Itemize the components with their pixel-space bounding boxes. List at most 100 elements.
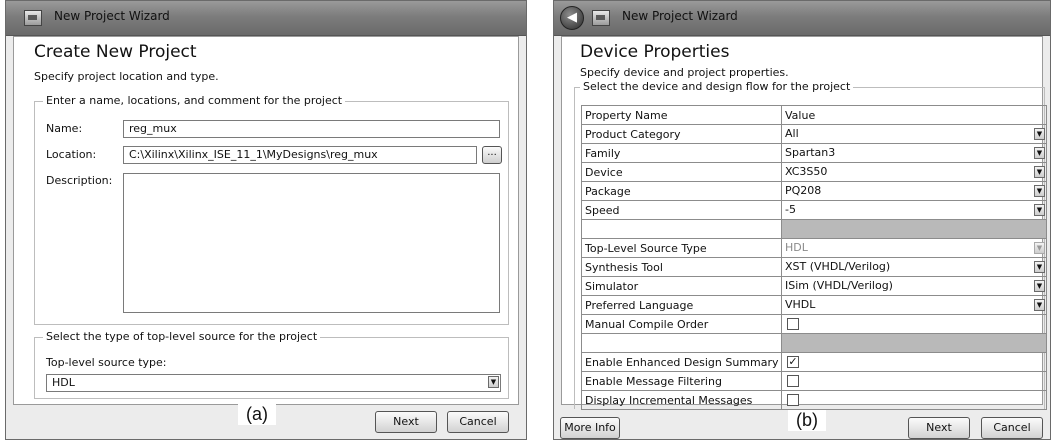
property-name: Enable Enhanced Design Summary	[581, 352, 782, 372]
figure-label-a: (a)	[238, 404, 276, 425]
browse-button[interactable]: ...	[482, 146, 502, 164]
property-value-select[interactable]: All ▼	[781, 124, 1047, 144]
property-value-cell	[781, 371, 1047, 391]
window-title: New Project Wizard	[622, 9, 738, 23]
property-value-select[interactable]: XST (VHDL/Verilog) ▼	[781, 257, 1047, 277]
property-value-select[interactable]: ISim (VHDL/Verilog) ▼	[781, 276, 1047, 296]
table-row: Enable Message Filtering	[581, 371, 1047, 391]
table-row: Device XC3S50 ▼	[581, 162, 1047, 182]
page-subtitle: Specify device and project properties.	[580, 66, 789, 79]
chevron-down-icon: ▼	[1034, 204, 1045, 216]
property-name: Family	[581, 143, 782, 163]
separator-row	[581, 219, 1047, 239]
checkbox[interactable]	[787, 318, 799, 330]
project-details-group: Enter a name, locations, and comment for…	[34, 94, 509, 325]
toplevel-source-select[interactable]: HDL ▼	[46, 374, 501, 392]
value-text: All	[785, 127, 799, 140]
source-type-group: Select the type of top-level source for …	[34, 330, 509, 399]
chevron-down-icon: ▼	[1034, 280, 1045, 292]
chevron-down-icon: ▼	[1034, 166, 1045, 178]
next-button[interactable]: Next	[375, 411, 437, 433]
column-header-property-name: Property Name	[581, 105, 782, 125]
window-title: New Project Wizard	[54, 9, 170, 23]
property-table: Property Name Value Product Category All…	[581, 105, 1047, 410]
chevron-down-icon: ▼	[488, 376, 499, 388]
table-row: Preferred Language VHDL ▼	[581, 295, 1047, 315]
location-label: Location:	[46, 148, 97, 161]
property-name: Speed	[581, 200, 782, 220]
name-label: Name:	[46, 122, 83, 135]
selected-value: HDL	[52, 376, 75, 389]
table-row: Family Spartan3 ▼	[581, 143, 1047, 163]
page-heading: Device Properties	[580, 42, 730, 62]
value-text: XC3S50	[785, 165, 828, 178]
table-row: Package PQ208 ▼	[581, 181, 1047, 201]
property-name: Preferred Language	[581, 295, 782, 315]
group-title: Select the device and design flow for th…	[580, 80, 854, 93]
property-name: Device	[581, 162, 782, 182]
name-field[interactable]: reg_mux	[123, 120, 500, 138]
new-project-wizard-window-b: ◀ New Project Wizard Device Properties S…	[553, 0, 1051, 440]
page-subtitle: Specify project location and type.	[34, 70, 219, 83]
checkbox[interactable]	[787, 394, 799, 406]
value-text: PQ208	[785, 184, 822, 197]
property-value-select[interactable]: XC3S50 ▼	[781, 162, 1047, 182]
location-field[interactable]: C:\Xilinx\Xilinx_ISE_11_1\MyDesigns\reg_…	[123, 146, 477, 164]
wizard-page: Create New Project Specify project locat…	[13, 36, 519, 405]
table-row: Top-Level Source Type HDL ▼	[581, 238, 1047, 258]
chevron-down-icon: ▼	[1034, 299, 1045, 311]
description-field[interactable]	[123, 173, 500, 313]
property-name: Synthesis Tool	[581, 257, 782, 277]
separator-cell	[781, 219, 1047, 239]
app-icon	[24, 10, 42, 26]
table-row: Enable Enhanced Design Summary ✓	[581, 352, 1047, 372]
toplevel-source-label: Top-level source type:	[46, 356, 167, 369]
table-row: Speed -5 ▼	[581, 200, 1047, 220]
value-text: VHDL	[785, 298, 816, 311]
group-title: Enter a name, locations, and comment for…	[43, 94, 346, 107]
property-name: Package	[581, 181, 782, 201]
checkbox[interactable]: ✓	[787, 356, 799, 368]
value-text: -5	[785, 203, 796, 216]
next-button[interactable]: Next	[908, 417, 970, 439]
property-value-select[interactable]: -5 ▼	[781, 200, 1047, 220]
property-value-select[interactable]: PQ208 ▼	[781, 181, 1047, 201]
table-row: Synthesis Tool XST (VHDL/Verilog) ▼	[581, 257, 1047, 277]
property-value-cell: ✓	[781, 352, 1047, 372]
property-value-cell	[781, 314, 1047, 334]
cancel-button[interactable]: Cancel	[981, 417, 1043, 439]
cancel-button[interactable]: Cancel	[447, 411, 509, 433]
table-row: Simulator ISim (VHDL/Verilog) ▼	[581, 276, 1047, 296]
column-header-value: Value	[781, 105, 1047, 125]
property-value-select-disabled: HDL ▼	[781, 238, 1047, 258]
app-icon	[592, 10, 610, 26]
chevron-down-icon: ▼	[1034, 185, 1045, 197]
property-name: Top-Level Source Type	[581, 238, 782, 258]
checkbox[interactable]	[787, 375, 799, 387]
property-value-cell	[781, 390, 1047, 410]
title-bar: New Project Wizard	[6, 1, 526, 36]
value-text: HDL	[785, 241, 808, 254]
more-info-button[interactable]: More Info	[560, 417, 620, 439]
property-name: Display Incremental Messages	[581, 390, 782, 410]
back-arrow-icon[interactable]: ◀	[560, 6, 584, 30]
chevron-down-icon: ▼	[1034, 242, 1045, 254]
property-name: Product Category	[581, 124, 782, 144]
property-value-select[interactable]: Spartan3 ▼	[781, 143, 1047, 163]
value-text: XST (VHDL/Verilog)	[785, 260, 891, 273]
table-header: Property Name Value	[581, 105, 1047, 125]
separator-cell	[581, 333, 782, 353]
table-row: Manual Compile Order	[581, 314, 1047, 334]
property-value-select[interactable]: VHDL ▼	[781, 295, 1047, 315]
chevron-down-icon: ▼	[1034, 261, 1045, 273]
property-name: Enable Message Filtering	[581, 371, 782, 391]
table-row: Product Category All ▼	[581, 124, 1047, 144]
separator-row	[581, 333, 1047, 353]
title-bar: ◀ New Project Wizard	[554, 1, 1050, 36]
separator-cell	[781, 333, 1047, 353]
property-name: Simulator	[581, 276, 782, 296]
wizard-page: Device Properties Specify device and pro…	[561, 36, 1047, 410]
description-label: Description:	[46, 174, 113, 187]
new-project-wizard-window-a: New Project Wizard Create New Project Sp…	[5, 0, 527, 440]
chevron-down-icon: ▼	[1034, 128, 1045, 140]
